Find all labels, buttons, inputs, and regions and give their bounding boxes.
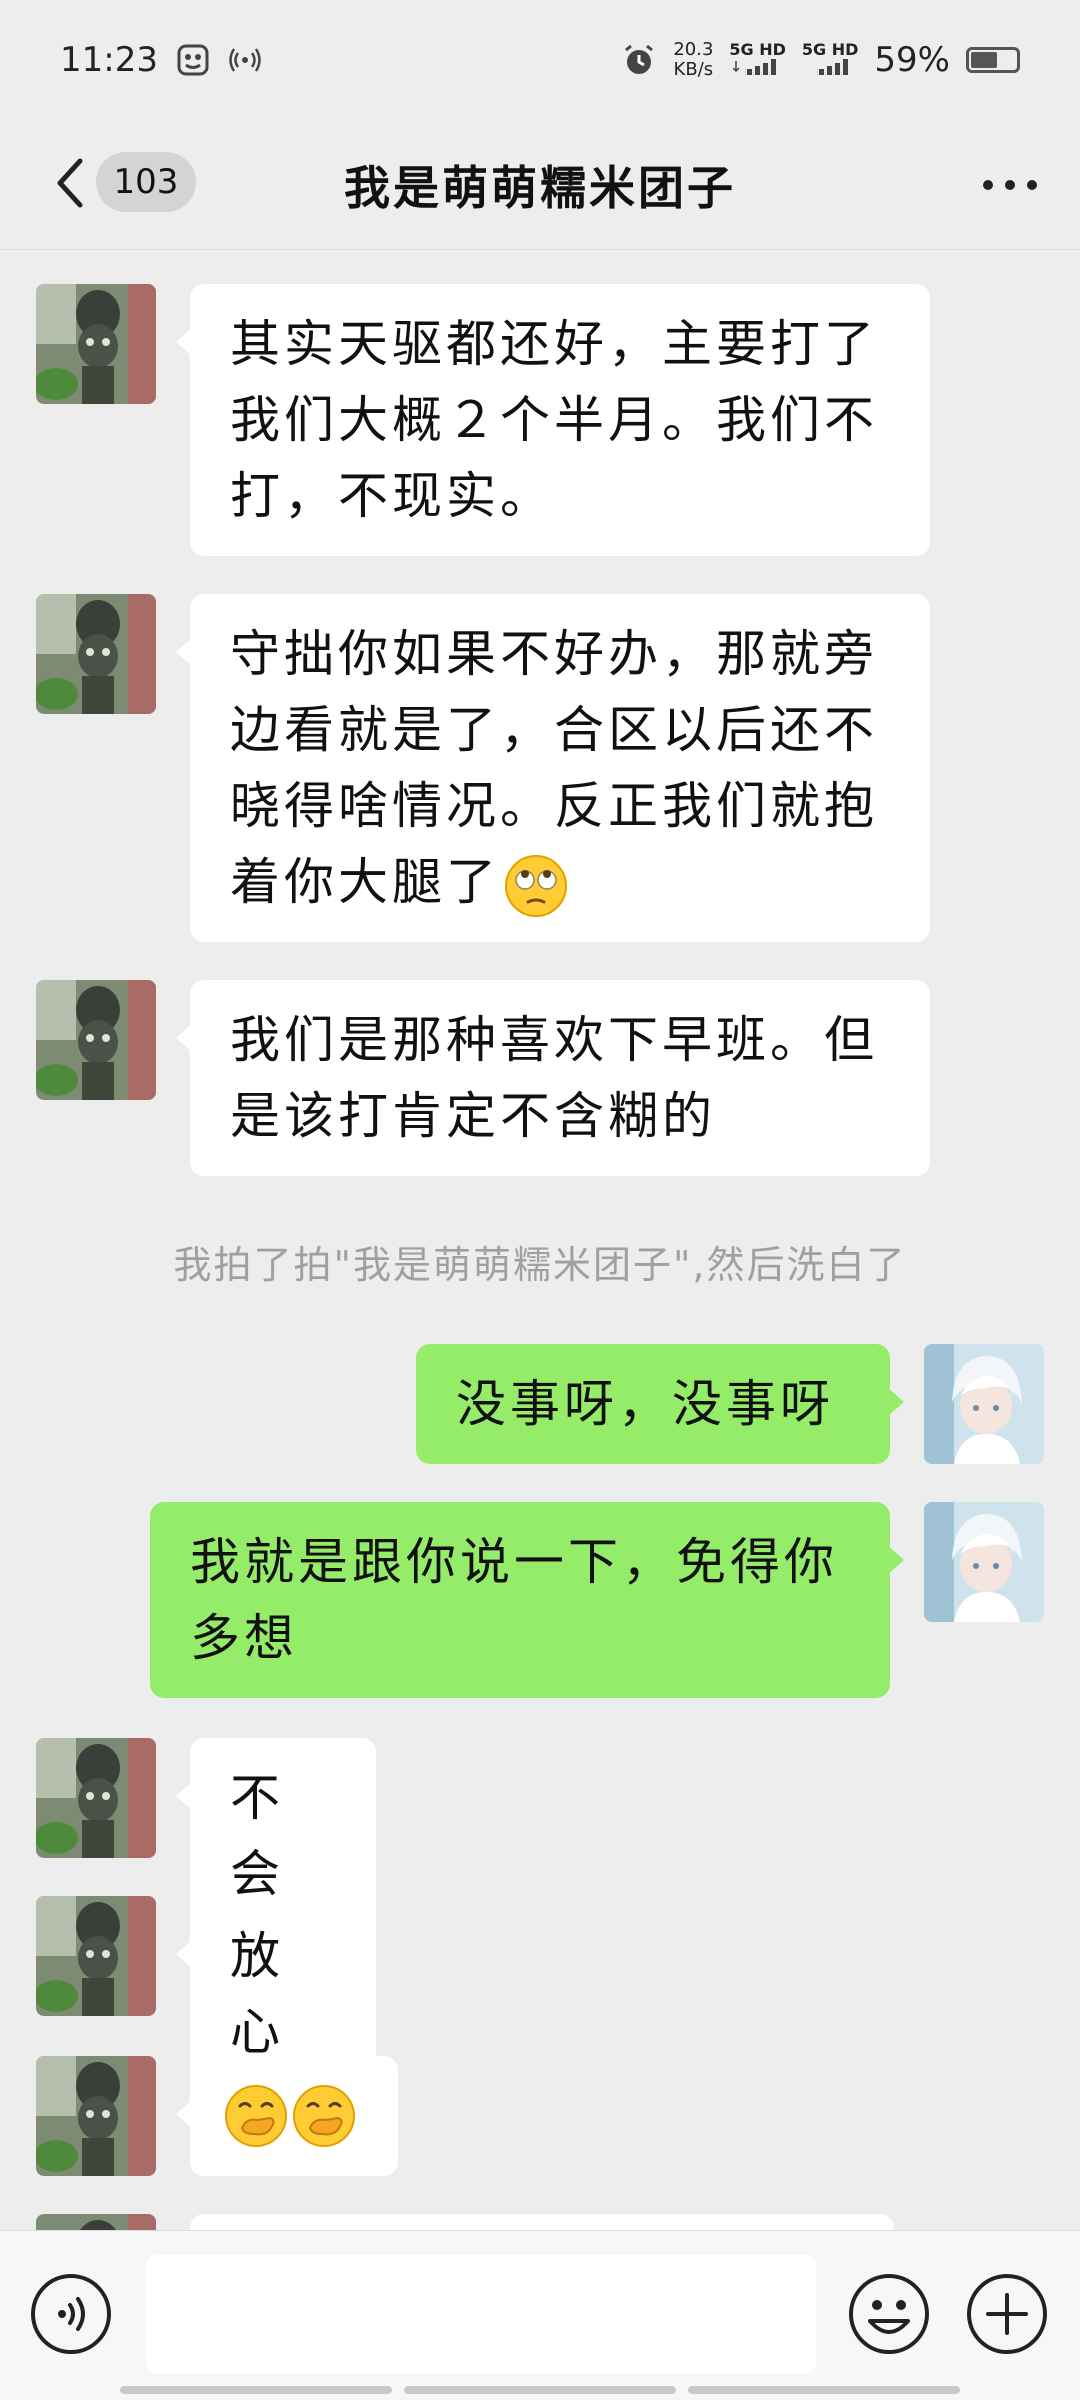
message-bubble-incoming[interactable]: 其实天驱都还好，主要打了 我们大概２个半月。我们不 打，不现实。 [176, 284, 930, 556]
emoji-icon [849, 2274, 929, 2354]
message-line: 打，不现实。 [230, 467, 554, 525]
contact-avatar[interactable] [36, 2056, 156, 2176]
message-list[interactable]: 其实天驱都还好，主要打了 我们大概２个半月。我们不 打，不现实。 守拙你如果不好… [0, 252, 1080, 2230]
signal-sim2: 5G HD [802, 41, 858, 79]
message-input[interactable] [146, 2255, 816, 2373]
system-message: 我拍了拍"我是萌萌糯米团子",然后洗白了 [173, 1243, 907, 1287]
message-line: 没事呀，没事呀 [456, 1375, 834, 1433]
alarm-icon [621, 42, 657, 78]
voice-button[interactable] [28, 2271, 114, 2357]
my-avatar[interactable] [924, 1502, 1044, 1622]
plus-icon [967, 2274, 1047, 2354]
battery-icon [966, 47, 1020, 73]
back-button[interactable] [40, 148, 100, 218]
app-notification-icon [176, 43, 210, 77]
contact-avatar[interactable] [36, 1896, 156, 2016]
emoji-button[interactable] [846, 2271, 932, 2357]
signal-sim1: 5G HD [729, 41, 786, 79]
contact-avatar[interactable] [36, 1738, 156, 1858]
status-bar: 11:23 20.3 KB/s 5G HD 5G HD 59% [0, 0, 1080, 120]
chevron-left-icon [57, 158, 83, 208]
voice-icon [31, 2274, 111, 2354]
battery-percent: 59% [874, 40, 950, 80]
gesture-nav-bar[interactable] [120, 2386, 960, 2394]
chat-screen: 11:23 20.3 KB/s 5G HD 5G HD 59% 103 我是萌萌… [0, 0, 1080, 2400]
message-line: 多想 [190, 1609, 298, 1667]
contact-avatar[interactable] [36, 594, 156, 714]
message-line: 不会 [230, 1769, 284, 1903]
hotspot-icon [228, 45, 262, 75]
message-line: 我就是跟你说一下，免得你 [190, 1533, 838, 1591]
message-line: 我们是那种喜欢下早班。但 [230, 1011, 878, 1069]
more-icon [983, 180, 1037, 190]
message-bubble-incoming[interactable] [176, 2056, 398, 2176]
message-bubble-outgoing[interactable]: 我就是跟你说一下，免得你 多想 [150, 1502, 904, 1698]
message-line: 我们大概２个半月。我们不 [230, 391, 878, 449]
contact-avatar[interactable] [36, 284, 156, 404]
rolling-eyes-emoji [505, 854, 567, 917]
input-bar [0, 2230, 1080, 2400]
message-line: 其实天驱都还好，主要打了 [230, 315, 878, 373]
message-bubble-incoming[interactable]: 守拙你如果不好办，那就旁 边看就是了，合区以后还不 晓得啥情况。反正我们就抱 着… [176, 594, 930, 942]
more-button[interactable] [970, 150, 1050, 220]
message-line: 边看就是了，合区以后还不 [230, 701, 878, 759]
chat-header: 103 我是萌萌糯米团子 [0, 120, 1080, 250]
message-bubble-incoming[interactable] [190, 2214, 894, 2230]
message-bubble-incoming[interactable]: 我们是那种喜欢下早班。但 是该打肯定不含糊的 [176, 980, 930, 1176]
plus-button[interactable] [964, 2271, 1050, 2357]
message-line: 守拙你如果不好办，那就旁 [230, 625, 878, 683]
message-line: 晓得啥情况。反正我们就抱 [230, 777, 878, 835]
hand-over-mouth-emoji [225, 2085, 287, 2147]
unread-count-badge[interactable]: 103 [96, 152, 196, 212]
hand-over-mouth-emoji [293, 2085, 355, 2147]
status-time: 11:23 [60, 40, 158, 80]
message-line: 是该打肯定不含糊的 [230, 1087, 716, 1145]
my-avatar[interactable] [924, 1344, 1044, 1464]
contact-avatar[interactable] [36, 980, 156, 1100]
contact-avatar[interactable] [36, 2214, 156, 2230]
message-line [224, 2078, 378, 2154]
message-bubble-outgoing[interactable]: 没事呀，没事呀 [416, 1344, 904, 1464]
message-line: 放心 [230, 1927, 284, 2061]
network-speed: 20.3 KB/s [673, 39, 714, 80]
message-line: 着你大腿了 [230, 844, 890, 920]
